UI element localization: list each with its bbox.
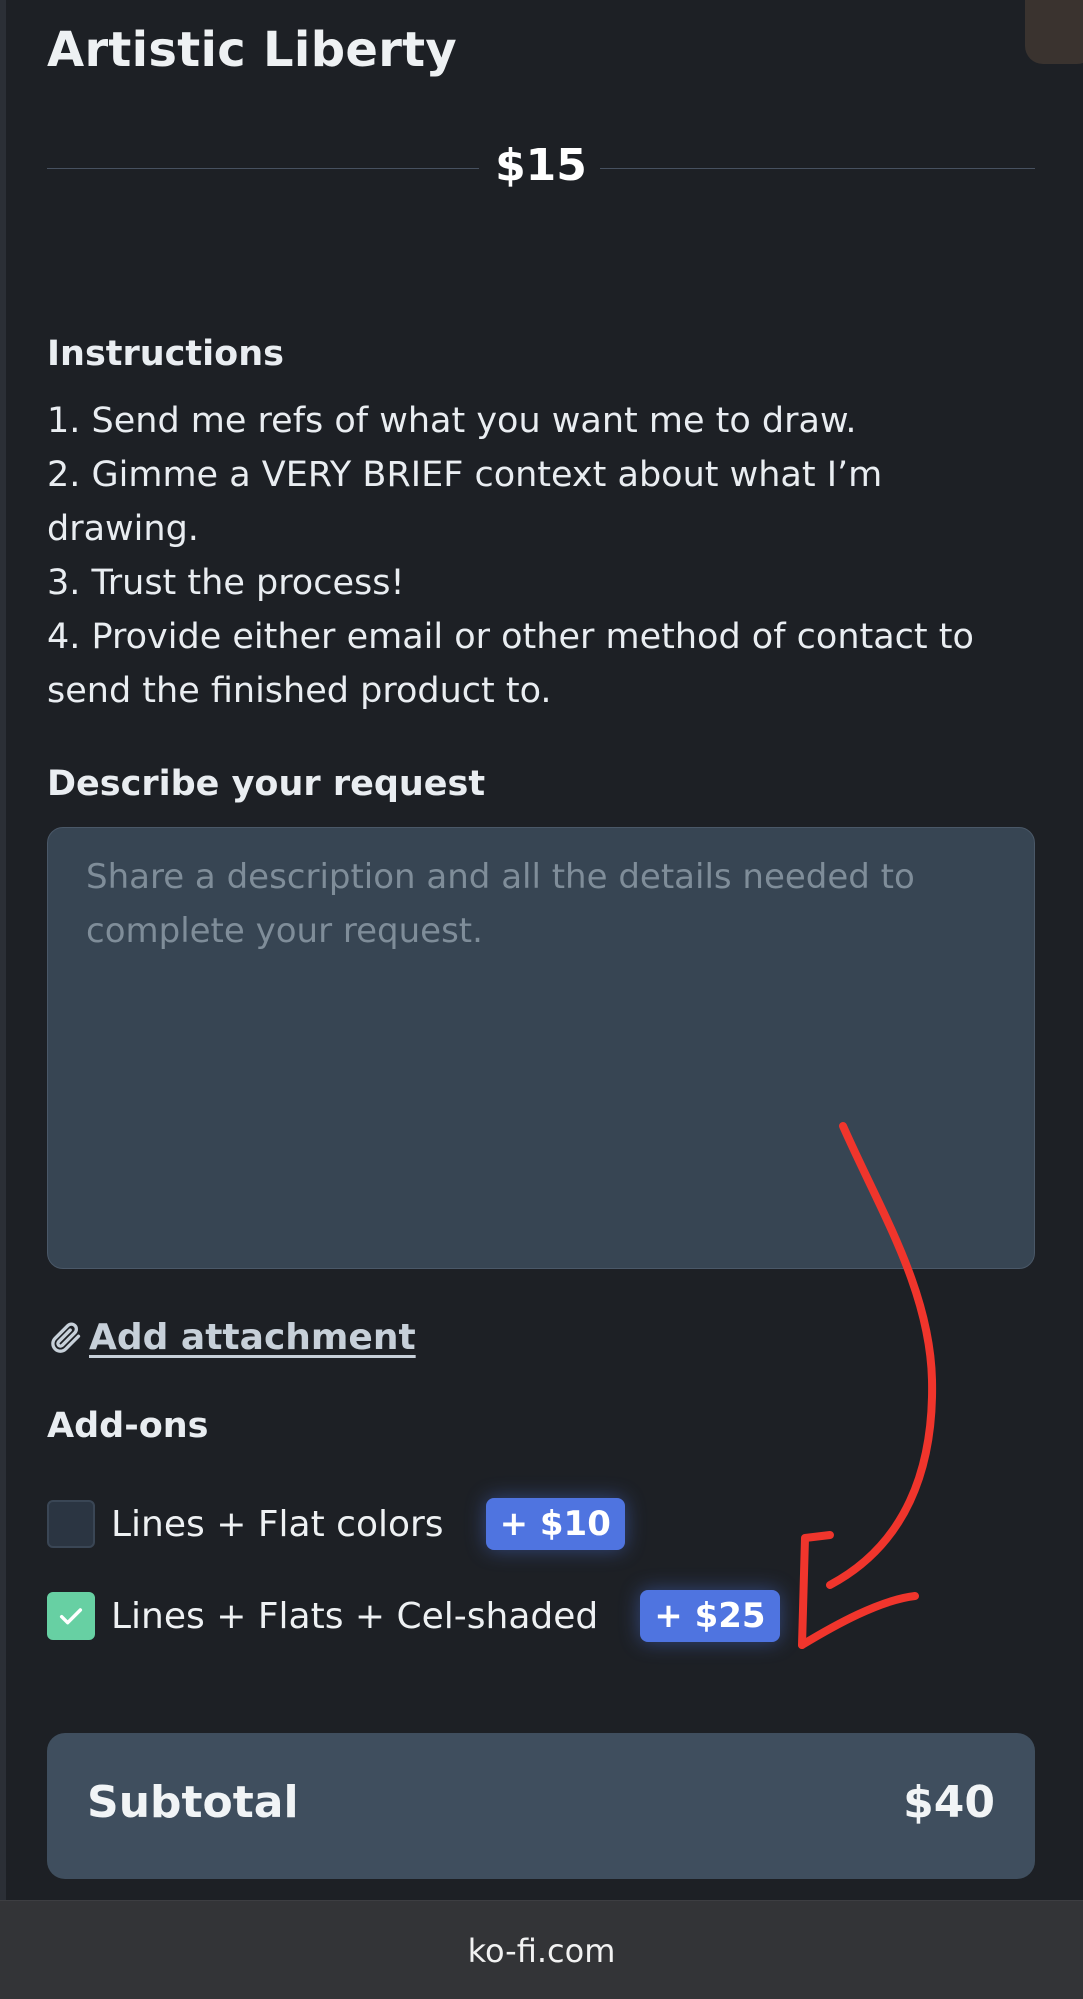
instructions-heading: Instructions — [47, 334, 284, 374]
addon-label: Lines + Flats + Cel-shaded — [111, 1595, 599, 1637]
instruction-line: 2. Gimme a VERY BRIEF context about what… — [47, 455, 883, 495]
addon-price-badge: + $25 — [640, 1590, 780, 1642]
request-heading: Describe your request — [47, 764, 486, 804]
addons-heading: Add-ons — [47, 1406, 209, 1446]
paperclip-icon — [51, 1322, 81, 1353]
addon-option-flat-colors[interactable]: Lines + Flat colors + $10 — [47, 1494, 625, 1554]
left-border — [0, 0, 6, 1900]
instruction-line: 3. Trust the process! — [47, 563, 405, 603]
addon-price-badge: + $10 — [485, 1498, 625, 1550]
base-price: $15 — [495, 140, 587, 191]
instruction-line: 4. Provide either email or other method … — [47, 617, 974, 657]
add-attachment-link[interactable]: Add attachment — [47, 1310, 416, 1364]
addon-label: Lines + Flat colors — [111, 1503, 444, 1545]
url-text: ko-fi.com — [467, 1931, 616, 1970]
subtotal-value: $40 — [903, 1777, 995, 1828]
commission-page: Artistic Liberty $15 Instructions 1. Sen… — [0, 0, 1083, 1999]
divider-right — [600, 168, 1035, 169]
instruction-line: 1. Send me refs of what you want me to d… — [47, 401, 857, 441]
subtotal-box: Subtotal $40 — [47, 1733, 1035, 1879]
page-title: Artistic Liberty — [47, 22, 458, 78]
request-description-input[interactable] — [47, 827, 1035, 1269]
instructions-text: 1. Send me refs of what you want me to d… — [47, 394, 1047, 718]
addon-checkbox-unchecked[interactable] — [47, 1500, 95, 1548]
price-row: $15 — [47, 136, 1035, 196]
browser-url-bar[interactable]: ko-fi.com — [0, 1900, 1083, 1999]
instruction-line: send the finished product to. — [47, 671, 552, 711]
addon-option-cel-shaded[interactable]: Lines + Flats + Cel-shaded + $25 — [47, 1586, 780, 1646]
arrow-head-bottom — [798, 1592, 919, 1649]
subtotal-label: Subtotal — [87, 1777, 299, 1828]
instruction-line: drawing. — [47, 509, 199, 549]
arrow-head-left — [798, 1531, 834, 1649]
addon-checkbox-checked[interactable] — [47, 1592, 95, 1640]
checkmark-icon — [59, 1608, 83, 1625]
corner-tab[interactable] — [1025, 0, 1083, 64]
add-attachment-label: Add attachment — [89, 1316, 416, 1358]
